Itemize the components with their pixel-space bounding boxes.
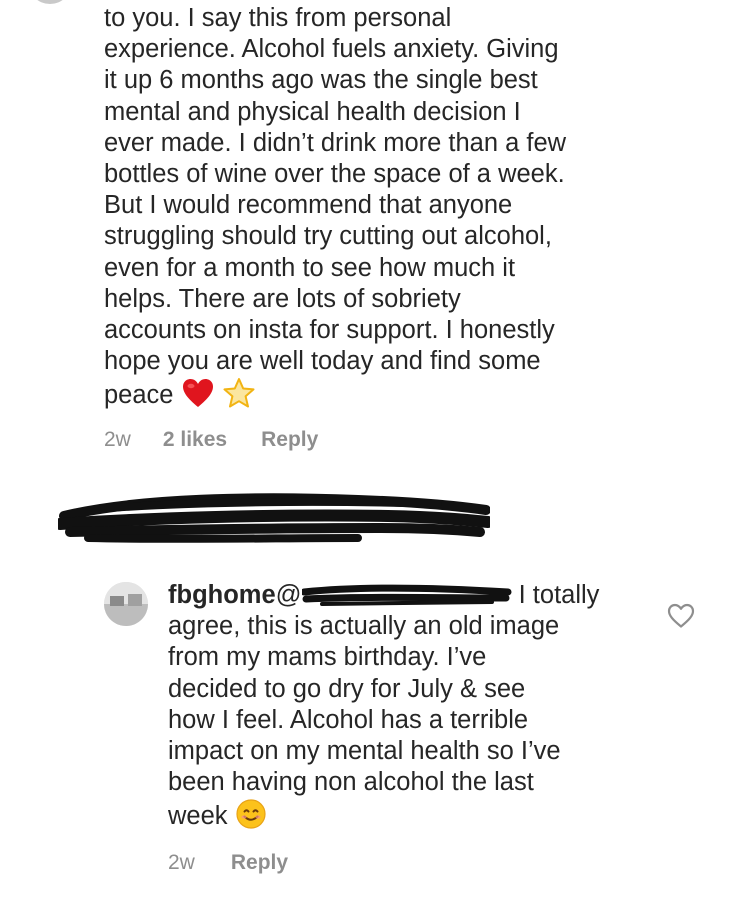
reply-timestamp: 2w bbox=[168, 851, 195, 874]
reply-body: fbghome@ I totally agree, this is actual… bbox=[168, 580, 628, 839]
red-heart-icon bbox=[181, 377, 215, 417]
comment-reply-button[interactable]: Reply bbox=[261, 428, 318, 452]
comment-line: even for a month to see how much it bbox=[104, 253, 516, 282]
star-icon bbox=[222, 377, 256, 417]
comment-line: hope you are well today and find some bbox=[104, 347, 541, 376]
reply-line: been having non alcohol the last bbox=[168, 768, 534, 797]
reply-line-last: week bbox=[168, 798, 628, 838]
comment-line: ever made. I didn’t drink more than a fe… bbox=[104, 128, 567, 157]
reply-line: from my mams birthday. I’ve bbox=[168, 643, 487, 672]
mention-prefix: @ bbox=[275, 581, 302, 609]
like-heart-icon[interactable] bbox=[667, 603, 695, 629]
comment-line: experience. Alcohol fuels anxiety. Givin… bbox=[104, 35, 559, 64]
comment-line: peace bbox=[104, 381, 174, 410]
reply-line: how I feel. Alcohol has a terrible bbox=[168, 705, 529, 734]
comment-line: to you. I say this from personal bbox=[104, 4, 452, 32]
reply-line: decided to go dry for July & see bbox=[168, 674, 526, 703]
comment-line: struggling should try cutting out alcoho… bbox=[104, 222, 552, 251]
comment-line: But I would recommend that anyone bbox=[104, 191, 513, 220]
reply-meta: 2w Reply bbox=[168, 850, 288, 876]
comment-line: bottles of wine over the space of a week… bbox=[104, 160, 565, 189]
reply-line: agree, this is actually an old image bbox=[168, 612, 560, 641]
comment-line: helps. There are lots of sobriety bbox=[104, 284, 461, 313]
reply-line: impact on my mental health so I’ve bbox=[168, 737, 561, 766]
reply-reply-button[interactable]: Reply bbox=[231, 851, 288, 875]
redacted-scribble bbox=[58, 493, 490, 543]
comment-timestamp: 2w bbox=[104, 428, 131, 451]
reply-line: week bbox=[168, 802, 228, 831]
smiling-face-icon bbox=[235, 798, 267, 838]
comment-line-last: peace bbox=[104, 377, 664, 417]
previous-commenter-avatar[interactable] bbox=[28, 0, 72, 4]
reply-first-line: fbghome@ I totally bbox=[168, 580, 628, 611]
reply-line: I totally bbox=[518, 581, 600, 609]
redacted-mention bbox=[300, 583, 512, 606]
avatar[interactable] bbox=[104, 582, 148, 626]
comment-line: accounts on insta for support. I honestl… bbox=[104, 316, 555, 345]
comment-line: it up 6 months ago was the single best bbox=[104, 66, 538, 95]
comment-meta: 2w 2 likes Reply bbox=[104, 427, 318, 453]
comment-likes-count[interactable]: 2 likes bbox=[163, 428, 227, 452]
comment-body: to you. I say this from personal experie… bbox=[104, 3, 664, 418]
comment-line: mental and physical health decision I bbox=[104, 97, 521, 126]
reply-username[interactable]: fbghome bbox=[168, 581, 276, 609]
